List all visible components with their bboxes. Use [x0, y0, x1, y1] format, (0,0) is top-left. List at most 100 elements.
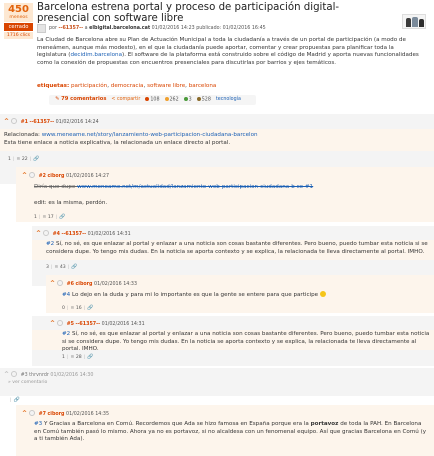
comment-karma: 16: [75, 306, 82, 311]
comment-date: 01/02/2016 14:31: [101, 322, 145, 327]
comment-number[interactable]: #1: [21, 120, 28, 125]
story-tags: etiquetas: participación, democracia, so…: [37, 83, 217, 89]
permalink-icon[interactable]: 🔗: [14, 397, 20, 403]
vote-box[interactable]: 450 meneos cerrado 1716 clics: [4, 3, 33, 39]
summary-link[interactable]: decidim.barcelona: [70, 52, 122, 58]
author-avatar[interactable]: [37, 24, 46, 33]
comment-2-footer: 1 | ≋ 17 | 🔗: [34, 214, 66, 220]
avatar[interactable]: [29, 410, 36, 416]
permalink-icon[interactable]: 🔗: [59, 214, 65, 220]
comment-line: Lo dejo en la duda y para mi lo importan…: [70, 292, 319, 298]
related-label: Relacionada:: [4, 132, 42, 138]
meta-mid: a: [84, 26, 88, 31]
comment-author[interactable]: ciborg: [47, 412, 64, 417]
collapse-caret-icon[interactable]: ^: [22, 410, 27, 418]
collapse-caret-icon[interactable]: ^: [50, 320, 55, 328]
avatar[interactable]: [11, 371, 18, 377]
struck-text: Diría que dupe www.meneame.net/m/actuali…: [34, 184, 313, 190]
comment-votes: 1: [8, 157, 11, 162]
comment-number[interactable]: #6: [67, 282, 74, 287]
karma-icon: ≋: [42, 215, 47, 220]
permalink-icon[interactable]: 🔗: [33, 156, 39, 162]
bold-text: portavoz: [310, 421, 339, 427]
comment-karma: 17: [47, 215, 54, 220]
vote-label: meneos: [4, 15, 33, 22]
tag-link[interactable]: participación: [71, 83, 107, 89]
stat-anonymous: 262: [164, 96, 179, 104]
meta-prefix: por: [49, 26, 57, 31]
comment-date: 01/02/2016 14:30: [50, 373, 94, 378]
comment-votes: 1: [62, 355, 65, 360]
author-link[interactable]: --61357--: [58, 26, 83, 31]
comment-votes: 0: [62, 306, 65, 311]
reply-ref-link[interactable]: #3: [34, 421, 42, 427]
comment-1-text: Relacionada: www.meneame.net/story/lanza…: [4, 132, 429, 147]
comment-votes: 3: [46, 265, 49, 270]
comment-author[interactable]: ciborg: [47, 174, 64, 179]
comments-link[interactable]: ✎ 79 comentarios: [55, 96, 106, 103]
tag-link[interactable]: software libre: [147, 83, 185, 89]
view-comment-link[interactable]: » ver comentario: [8, 380, 47, 386]
stat-anonymous-value: 262: [169, 97, 179, 103]
comment-number[interactable]: #5: [67, 322, 74, 327]
collapse-caret-icon[interactable]: ^: [36, 230, 41, 238]
comment-date: 01/02/2016 14:24: [55, 120, 99, 125]
comment-2-text: Diría que dupe www.meneame.net/m/actuali…: [34, 184, 429, 192]
avatar[interactable]: [57, 280, 64, 286]
avatar[interactable]: [11, 118, 18, 124]
comment-3-header: ^ #3 thrvnrdr 01/02/2016 14:30: [4, 371, 93, 379]
collapse-caret-icon[interactable]: ^: [4, 371, 9, 379]
collapse-caret-icon[interactable]: ^: [22, 172, 27, 180]
comment-7-header: ^ #7 ciborg 01/02/2016 14:35: [22, 410, 109, 418]
source-site-link[interactable]: elbigital.barcelona.cat: [89, 26, 150, 31]
share-button[interactable]: < compartir: [111, 97, 140, 103]
story-summary: La Ciudad de Barcelona abre su Plan de A…: [37, 37, 425, 67]
comment-number[interactable]: #4: [53, 232, 60, 237]
reply-ref-link[interactable]: #2: [62, 331, 70, 337]
comment-votes: 1: [34, 215, 37, 220]
smiley-icon: [319, 291, 326, 297]
comment-line: Y Gracias a Barcelona en Comú. Recordemo…: [42, 421, 311, 427]
dupe-link[interactable]: www.meneame.net/m/actualidad/lanzamiento…: [77, 184, 313, 190]
permalink-icon[interactable]: 🔗: [87, 354, 93, 360]
story-thumbnail[interactable]: [402, 14, 426, 29]
comment-karma: 43: [59, 265, 66, 270]
tag-link[interactable]: barcelona: [189, 83, 217, 89]
related-link[interactable]: www.meneame.net/story/lanzamiento-web-pa…: [42, 132, 258, 138]
stat-negative: 3: [183, 96, 192, 104]
collapse-caret-icon[interactable]: ^: [50, 280, 55, 288]
comment-number[interactable]: #2: [39, 174, 46, 179]
karma-icon: ≋: [70, 306, 75, 311]
avatar[interactable]: [43, 230, 50, 236]
comment-1-header: ^ #1 --61357-- 01/02/2016 14:24: [4, 118, 99, 126]
permalink-icon[interactable]: 🔗: [71, 264, 77, 270]
reply-ref-link[interactable]: #2: [46, 241, 54, 247]
reply-ref-link[interactable]: #4: [62, 292, 70, 298]
comment-author[interactable]: ciborg: [75, 282, 92, 287]
comment-author[interactable]: thrvnrdr: [29, 373, 49, 378]
comment-author[interactable]: --61357--: [61, 232, 86, 237]
comment-author[interactable]: --61357--: [29, 120, 54, 125]
comment-5-footer: 1 | ≋ 28 | 🔗: [62, 354, 94, 360]
story-meta: por --61357-- a elbigital.barcelona.cat …: [49, 26, 266, 32]
karma-icon: ≋: [16, 157, 21, 162]
collapse-caret-icon[interactable]: ^: [4, 118, 9, 126]
avatar[interactable]: [29, 172, 36, 178]
avatar[interactable]: [57, 320, 64, 326]
comment-6-text: #4 Lo dejo en la duda y para mi lo impor…: [62, 291, 430, 300]
comment-karma: 28: [75, 355, 82, 360]
comment-5-text: #2 Sí, no sé, es que enlazar al portal y…: [62, 331, 431, 354]
comment-number[interactable]: #7: [39, 412, 46, 417]
tags-label: etiquetas:: [37, 83, 70, 89]
stat-positive: 108: [145, 96, 160, 104]
permalink-icon[interactable]: 🔗: [87, 305, 93, 311]
comment-4-text: #2 Sí, no sé, es que enlazar al portal y…: [46, 241, 431, 256]
comment-date: 01/02/2016 14:27: [66, 174, 110, 179]
story-title[interactable]: Barcelona estrena portal y proceso de pa…: [37, 2, 362, 24]
tag-link[interactable]: democracia: [111, 83, 144, 89]
comment-date: 01/02/2016 14:31: [87, 232, 131, 237]
category-link[interactable]: tecnología: [216, 97, 241, 103]
comment-author[interactable]: --61357--: [75, 322, 100, 327]
comment-number[interactable]: #3: [21, 373, 28, 378]
share-label: compartir: [116, 96, 141, 102]
